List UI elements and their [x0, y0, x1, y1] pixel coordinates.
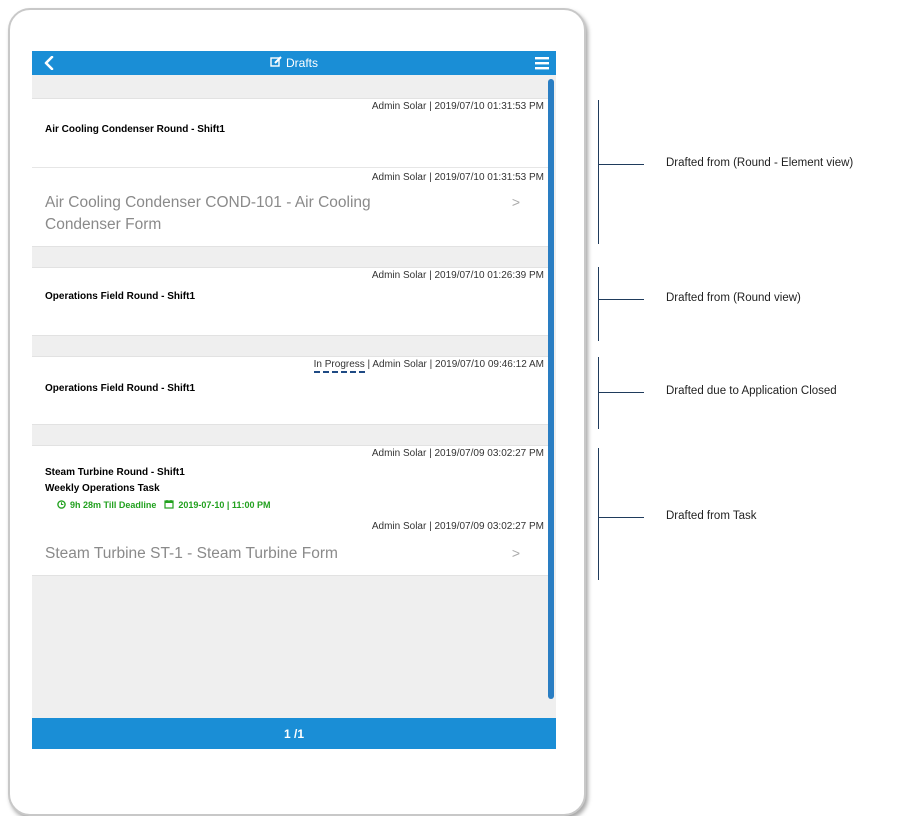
annotation-label: Drafted from Task	[666, 510, 757, 522]
deadline-row: 9h 28m Till Deadline 2019-07-10 | 11:00 …	[57, 499, 270, 511]
top-bar: Drafts	[32, 51, 556, 75]
status-in-progress: In Progress	[313, 359, 365, 373]
hamburger-menu-icon[interactable]	[534, 55, 550, 71]
list-spacer	[32, 247, 548, 267]
draft-element-row[interactable]: Admin Solar | 2019/07/10 01:31:53 PM Air…	[32, 167, 548, 246]
pagination-bar: 1 /1	[32, 718, 556, 749]
list-spacer	[32, 75, 548, 98]
element-title-line1: Air Cooling Condenser COND-101 - Air Coo…	[45, 194, 371, 211]
page-title-wrap: Drafts	[32, 51, 556, 75]
draft-meta-rest: | Admin Solar | 2019/07/10 09:46:12 AM	[364, 359, 544, 370]
draft-round-row[interactable]: Admin Solar | 2019/07/10 01:31:53 PM Air…	[32, 99, 548, 167]
draft-element-row[interactable]: Admin Solar | 2019/07/09 03:02:27 PM Ste…	[32, 521, 548, 576]
draft-meta: Admin Solar | 2019/07/10 01:31:53 PM	[371, 101, 544, 112]
draft-card[interactable]: Admin Solar | 2019/07/10 01:26:39 PM Ope…	[32, 267, 548, 336]
annotation-bracket	[598, 357, 599, 429]
annotation-connector	[598, 299, 644, 300]
draft-card[interactable]: Admin Solar | 2019/07/09 03:02:27 PM Ste…	[32, 445, 548, 576]
draft-card[interactable]: Admin Solar | 2019/07/10 01:31:53 PM Air…	[32, 98, 548, 247]
calendar-icon	[164, 499, 174, 511]
annotation-label: Drafted from (Round view)	[666, 292, 801, 304]
round-title: Air Cooling Condenser Round - Shift1	[45, 124, 225, 135]
annotation-connector	[598, 164, 644, 165]
draft-meta: Admin Solar | 2019/07/09 03:02:27 PM	[371, 448, 544, 459]
element-title-line2: Condenser Form	[45, 216, 162, 233]
round-title: Operations Field Round - Shift1	[45, 291, 195, 302]
element-meta: Admin Solar | 2019/07/09 03:02:27 PM	[371, 521, 544, 532]
list-spacer	[32, 425, 548, 445]
task-title: Weekly Operations Task	[45, 483, 160, 494]
list-spacer	[32, 336, 548, 356]
draft-meta: Admin Solar | 2019/07/10 01:26:39 PM	[371, 270, 544, 281]
annotation-connector	[598, 517, 644, 518]
round-title: Steam Turbine Round - Shift1	[45, 467, 185, 478]
edit-icon	[270, 55, 282, 71]
pagination-text: 1 /1	[283, 726, 304, 741]
annotation-bracket	[598, 267, 599, 341]
page-title: Drafts	[285, 56, 318, 70]
annotation-label: Drafted from (Round - Element view)	[666, 157, 854, 169]
annotation-connector	[598, 392, 644, 393]
due-date: 2019-07-10 | 11:00 PM	[178, 500, 271, 510]
chevron-right-icon[interactable]: >	[512, 194, 520, 210]
deadline-text: 9h 28m Till Deadline	[70, 500, 157, 510]
clock-icon	[57, 499, 66, 511]
annotation-bracket	[598, 448, 599, 580]
drafts-list: Admin Solar | 2019/07/10 01:31:53 PM Air…	[32, 75, 548, 576]
element-title-line1: Steam Turbine ST-1 - Steam Turbine Form	[45, 545, 338, 562]
round-title: Operations Field Round - Shift1	[45, 383, 195, 394]
app-screen: Drafts Admin Solar | 2019/07/10 01:31:53…	[32, 51, 556, 749]
annotation-label: Drafted due to Application Closed	[666, 385, 837, 397]
draft-card[interactable]: In Progress | Admin Solar | 2019/07/10 0…	[32, 356, 548, 425]
annotation-bracket	[598, 100, 599, 244]
draft-round-row[interactable]: Admin Solar | 2019/07/09 03:02:27 PM Ste…	[32, 446, 548, 521]
chevron-right-icon[interactable]: >	[512, 545, 520, 561]
element-meta: Admin Solar | 2019/07/10 01:31:53 PM	[371, 172, 544, 183]
draft-meta: In Progress | Admin Solar | 2019/07/10 0…	[313, 359, 544, 373]
scrollbar[interactable]	[548, 79, 554, 699]
